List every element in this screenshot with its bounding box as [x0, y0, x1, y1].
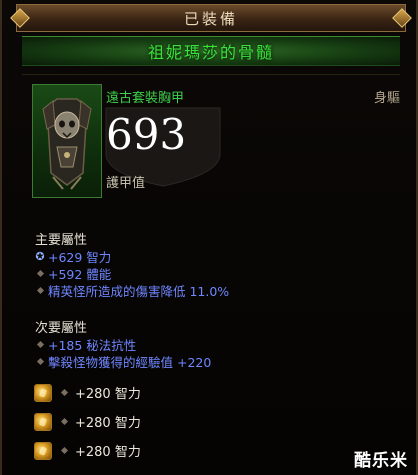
equipped-label: 已裝備: [183, 9, 238, 28]
stat-text: 精英怪所造成的傷害降低 11.0%: [48, 284, 230, 299]
item-slot: 身驅: [373, 91, 400, 106]
item-name-banner: 祖妮瑪莎的骨髓: [22, 36, 400, 66]
diamond-bullet-icon: [34, 357, 46, 366]
socket-row: +280 智力: [34, 412, 141, 431]
socket-row: +280 智力: [34, 383, 141, 402]
diamond-bullet-icon: [60, 417, 69, 426]
topaz-gem-icon: [34, 441, 52, 460]
item-name: 祖妮瑪莎的骨髓: [147, 43, 274, 62]
stat-text: 擊殺怪物獲得的經驗值 +220: [48, 355, 212, 370]
armor-label: 護甲值: [106, 176, 146, 191]
diamond-bullet-icon: [60, 446, 69, 455]
secondary-attributes-title: 次要屬性: [35, 321, 88, 336]
secondary-stat: 擊殺怪物獲得的經驗值 +220: [34, 352, 211, 371]
item-tooltip: 已裝備 祖妮瑪莎的骨髓 遠古套裝胸甲 身驅 693 護甲值 主要屬性 ✪ +62…: [0, 0, 418, 475]
topaz-gem-icon: [34, 383, 52, 402]
watermark: 酷乐米: [354, 451, 408, 471]
socket-row: +280 智力: [34, 441, 141, 460]
corner-ornament-icon: [392, 8, 412, 28]
primary-attributes-title: 主要屬性: [35, 233, 88, 248]
diamond-bullet-icon: [60, 388, 69, 397]
armor-value: 693: [106, 110, 187, 159]
corner-ornament-icon: [10, 8, 30, 28]
primary-stat: 精英怪所造成的傷害降低 11.0%: [34, 281, 229, 300]
topaz-gem-icon: [34, 412, 52, 431]
socket-bonus: +280 智力: [75, 416, 141, 431]
socket-bonus: +280 智力: [75, 445, 141, 460]
diamond-bullet-icon: [34, 269, 46, 278]
equipped-header: 已裝備: [10, 4, 412, 32]
diamond-bullet-icon: [34, 286, 46, 295]
swirl-icon: ✪: [35, 250, 45, 263]
socket-bonus: +280 智力: [75, 387, 141, 402]
item-icon-frame: [32, 84, 102, 198]
skull-chest-armor-icon: [42, 98, 92, 190]
divider: [22, 74, 400, 75]
diamond-bullet-icon: [34, 340, 46, 349]
